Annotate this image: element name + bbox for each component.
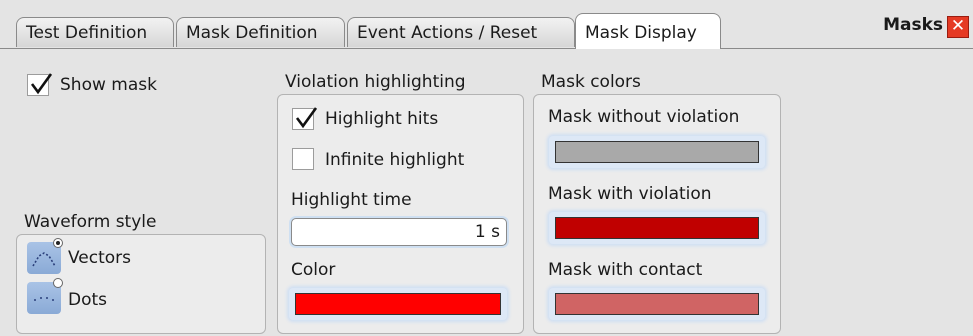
dots-label: Dots (68, 290, 108, 310)
mask-colors-title: Mask colors (541, 72, 641, 92)
mask-with-violation-swatch (555, 217, 759, 239)
mask-with-violation-label: Mask with violation (548, 184, 712, 204)
close-icon: ✕ (950, 16, 966, 36)
vectors-label: Vectors (68, 248, 132, 268)
infinite-highlight-label: Infinite highlight (325, 150, 465, 170)
tab-test-definition[interactable]: Test Definition (16, 17, 174, 47)
highlight-hits-label: Highlight hits (325, 109, 439, 129)
dots-icon (34, 297, 54, 301)
vectors-radio[interactable] (27, 238, 63, 274)
vectors-icon (32, 252, 56, 267)
violation-color-swatch (295, 293, 501, 315)
show-mask-checkbox[interactable] (27, 73, 53, 96)
waveform-style-title: Waveform style (24, 212, 157, 232)
mask-with-contact-label: Mask with contact (548, 260, 703, 280)
show-mask-label: Show mask (60, 75, 157, 95)
mask-with-contact-swatch (555, 293, 759, 315)
dialog-title: Masks (883, 15, 943, 35)
violation-highlighting-title: Violation highlighting (285, 72, 466, 92)
dots-radio[interactable] (27, 278, 63, 314)
tab-divider (0, 48, 973, 49)
checkmark-icon (30, 73, 53, 95)
tab-event-actions-reset[interactable]: Event Actions / Reset (347, 17, 575, 47)
vectors-radio-dot (53, 238, 63, 248)
dots-radio-dot (53, 278, 63, 288)
mask-without-violation-label: Mask without violation (548, 107, 740, 127)
highlight-time-label: Highlight time (291, 190, 412, 210)
close-button[interactable]: ✕ (947, 16, 969, 38)
violation-color-button[interactable] (289, 288, 507, 320)
infinite-highlight-checkbox[interactable] (292, 148, 314, 170)
color-label: Color (291, 260, 336, 280)
mask-without-violation-swatch (555, 141, 759, 163)
tab-mask-display[interactable]: Mask Display (575, 13, 721, 49)
mask-with-contact-color-button[interactable] (549, 288, 765, 320)
mask-with-violation-color-button[interactable] (549, 212, 765, 244)
highlight-hits-checkbox[interactable] (292, 107, 318, 130)
checkmark-icon (295, 107, 318, 129)
mask-without-violation-color-button[interactable] (549, 136, 765, 168)
tab-mask-definition[interactable]: Mask Definition (176, 17, 345, 47)
highlight-time-input[interactable]: 1 s (291, 218, 507, 246)
